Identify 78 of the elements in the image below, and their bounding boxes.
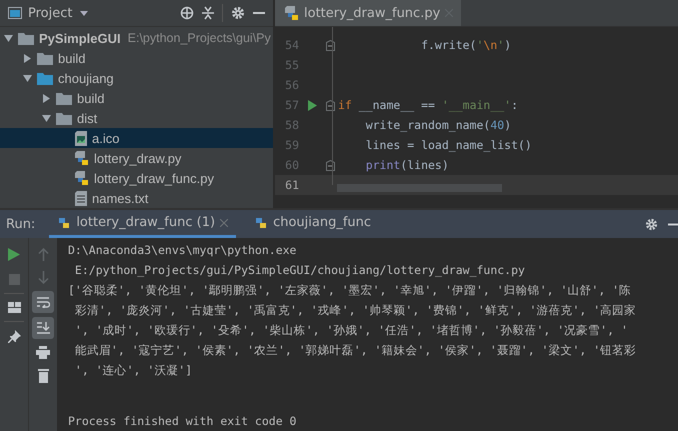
file-name: a.ico [92,130,120,146]
settings-icon[interactable] [231,6,245,20]
line-number: 61 [284,178,299,192]
tree-item[interactable]: dist [0,108,273,128]
editor-tab[interactable]: lottery_draw_func.py [275,0,462,26]
console-line: D:\Anaconda3\envs\myqr\python.exe [68,242,298,259]
project-path: E:\python_Projects\gui\Py [128,31,271,45]
folder-icon [37,72,53,84]
line-number: 60 [284,158,299,172]
file-name: lottery_draw_func.py [94,170,214,186]
file-name: build [77,90,104,106]
print-icon[interactable] [36,346,50,359]
code-line: write_random_name(40) [364,118,512,132]
tree-item[interactable]: lottery_draw.py [0,148,273,168]
console-line: ['谷聪柔', '黄伦坦', '鄢明鹏强', '左家薇', '墨宏', '幸旭', '伊蹓', '归翰锦', '山舒', '陈 [68,282,632,299]
folder-icon [56,92,72,104]
code-line: lines = load_name_list() [364,138,532,152]
python-icon [254,216,268,230]
code-line: if __name__ == '__main__': [338,98,518,112]
run-tab[interactable]: lottery_draw_func (1) [49,210,236,238]
line-number: 59 [284,138,299,152]
file-name: choujiang [58,70,114,86]
run-icon[interactable] [308,100,317,110]
python-file-icon [285,6,299,20]
file-name: dist [77,110,98,126]
wrap-icon [36,296,50,308]
collapsed-arrow-icon[interactable] [42,94,51,102]
expanded-arrow-icon[interactable] [4,34,13,42]
text-file-icon [75,190,87,206]
run-tab[interactable]: choujiang_func [246,210,380,238]
collapsed-arrow-icon[interactable] [23,54,32,62]
settings-icon[interactable] [645,218,658,230]
pin-icon[interactable] [8,330,20,343]
scroll-to-end-button[interactable] [32,317,54,339]
file-name: names.txt [92,190,148,206]
tree-item[interactable]: lottery_draw_func.py [0,168,273,188]
file-name: PySimpleGUI [39,30,121,46]
locate-icon[interactable] [180,6,194,20]
layout-icon[interactable] [8,302,20,313]
tree-item[interactable]: names.txt [0,188,273,208]
soft-wrap-button[interactable] [32,291,54,313]
line-number: 54 [284,38,299,52]
file-name: lottery_draw.py [94,150,182,166]
file-name: build [58,50,86,66]
expanded-arrow-icon[interactable] [23,74,32,82]
tree-item[interactable]: choujiang [0,68,273,88]
trash-icon[interactable] [38,369,48,383]
console-line: ', '连心', '沃凝'] [74,362,194,379]
scroll-end-icon [36,322,50,334]
console-line: E:/python_Projects/gui/PySimpleGUI/choujiang/lottery_draw_func.py [74,262,526,279]
code-line: f.write('\n') [420,38,512,52]
line-number: 55 [284,58,299,72]
line-number: 57 [284,98,299,112]
line-number: 58 [284,118,299,132]
collapse-icon[interactable] [202,6,214,20]
python-file-icon [75,170,89,186]
code-line: print(lines) [364,158,449,172]
folder-icon [18,32,34,44]
folder-icon [37,52,53,64]
run-icon[interactable] [8,248,20,261]
image-file-icon [75,130,87,146]
tree-item[interactable]: PySimpleGUI E:\python_Projects\gui\Py [0,28,273,48]
tree-item[interactable]: build [0,88,273,108]
exit-message: Process finished with exit code 0 [68,413,298,430]
line-number: 56 [284,78,299,92]
tree-item[interactable]: build [0,48,273,68]
folder-icon [56,112,72,124]
console-line: 彩清', '庞炎河', '古婕莹', '禹富克', '戎峰', '帅琴颖', '费锦', '鲜克', '游蓓克', '高园家 [74,302,638,319]
expanded-arrow-icon[interactable] [42,114,51,122]
tree-item[interactable]: a.ico [0,128,273,148]
panel-icon [8,7,22,19]
console-line: ', '成时', '欧瑗行', '殳希', '柴山栋', '孙娥', '任浩', '堵哲博', '孙毅蓓', '况豪雪', ' [74,322,629,339]
run-label: Run: [6,216,36,232]
python-file-icon [75,150,89,166]
panel-title[interactable]: Project [28,6,72,20]
dropdown-icon[interactable] [80,10,88,16]
console-line: 能武眉', '寇宁艺', '侯素', '农兰', '郭娣叶磊', '籍妹会', '侯家', '聂蹓', '梁文', '钮茗彩 [74,342,638,359]
python-icon [57,216,72,230]
